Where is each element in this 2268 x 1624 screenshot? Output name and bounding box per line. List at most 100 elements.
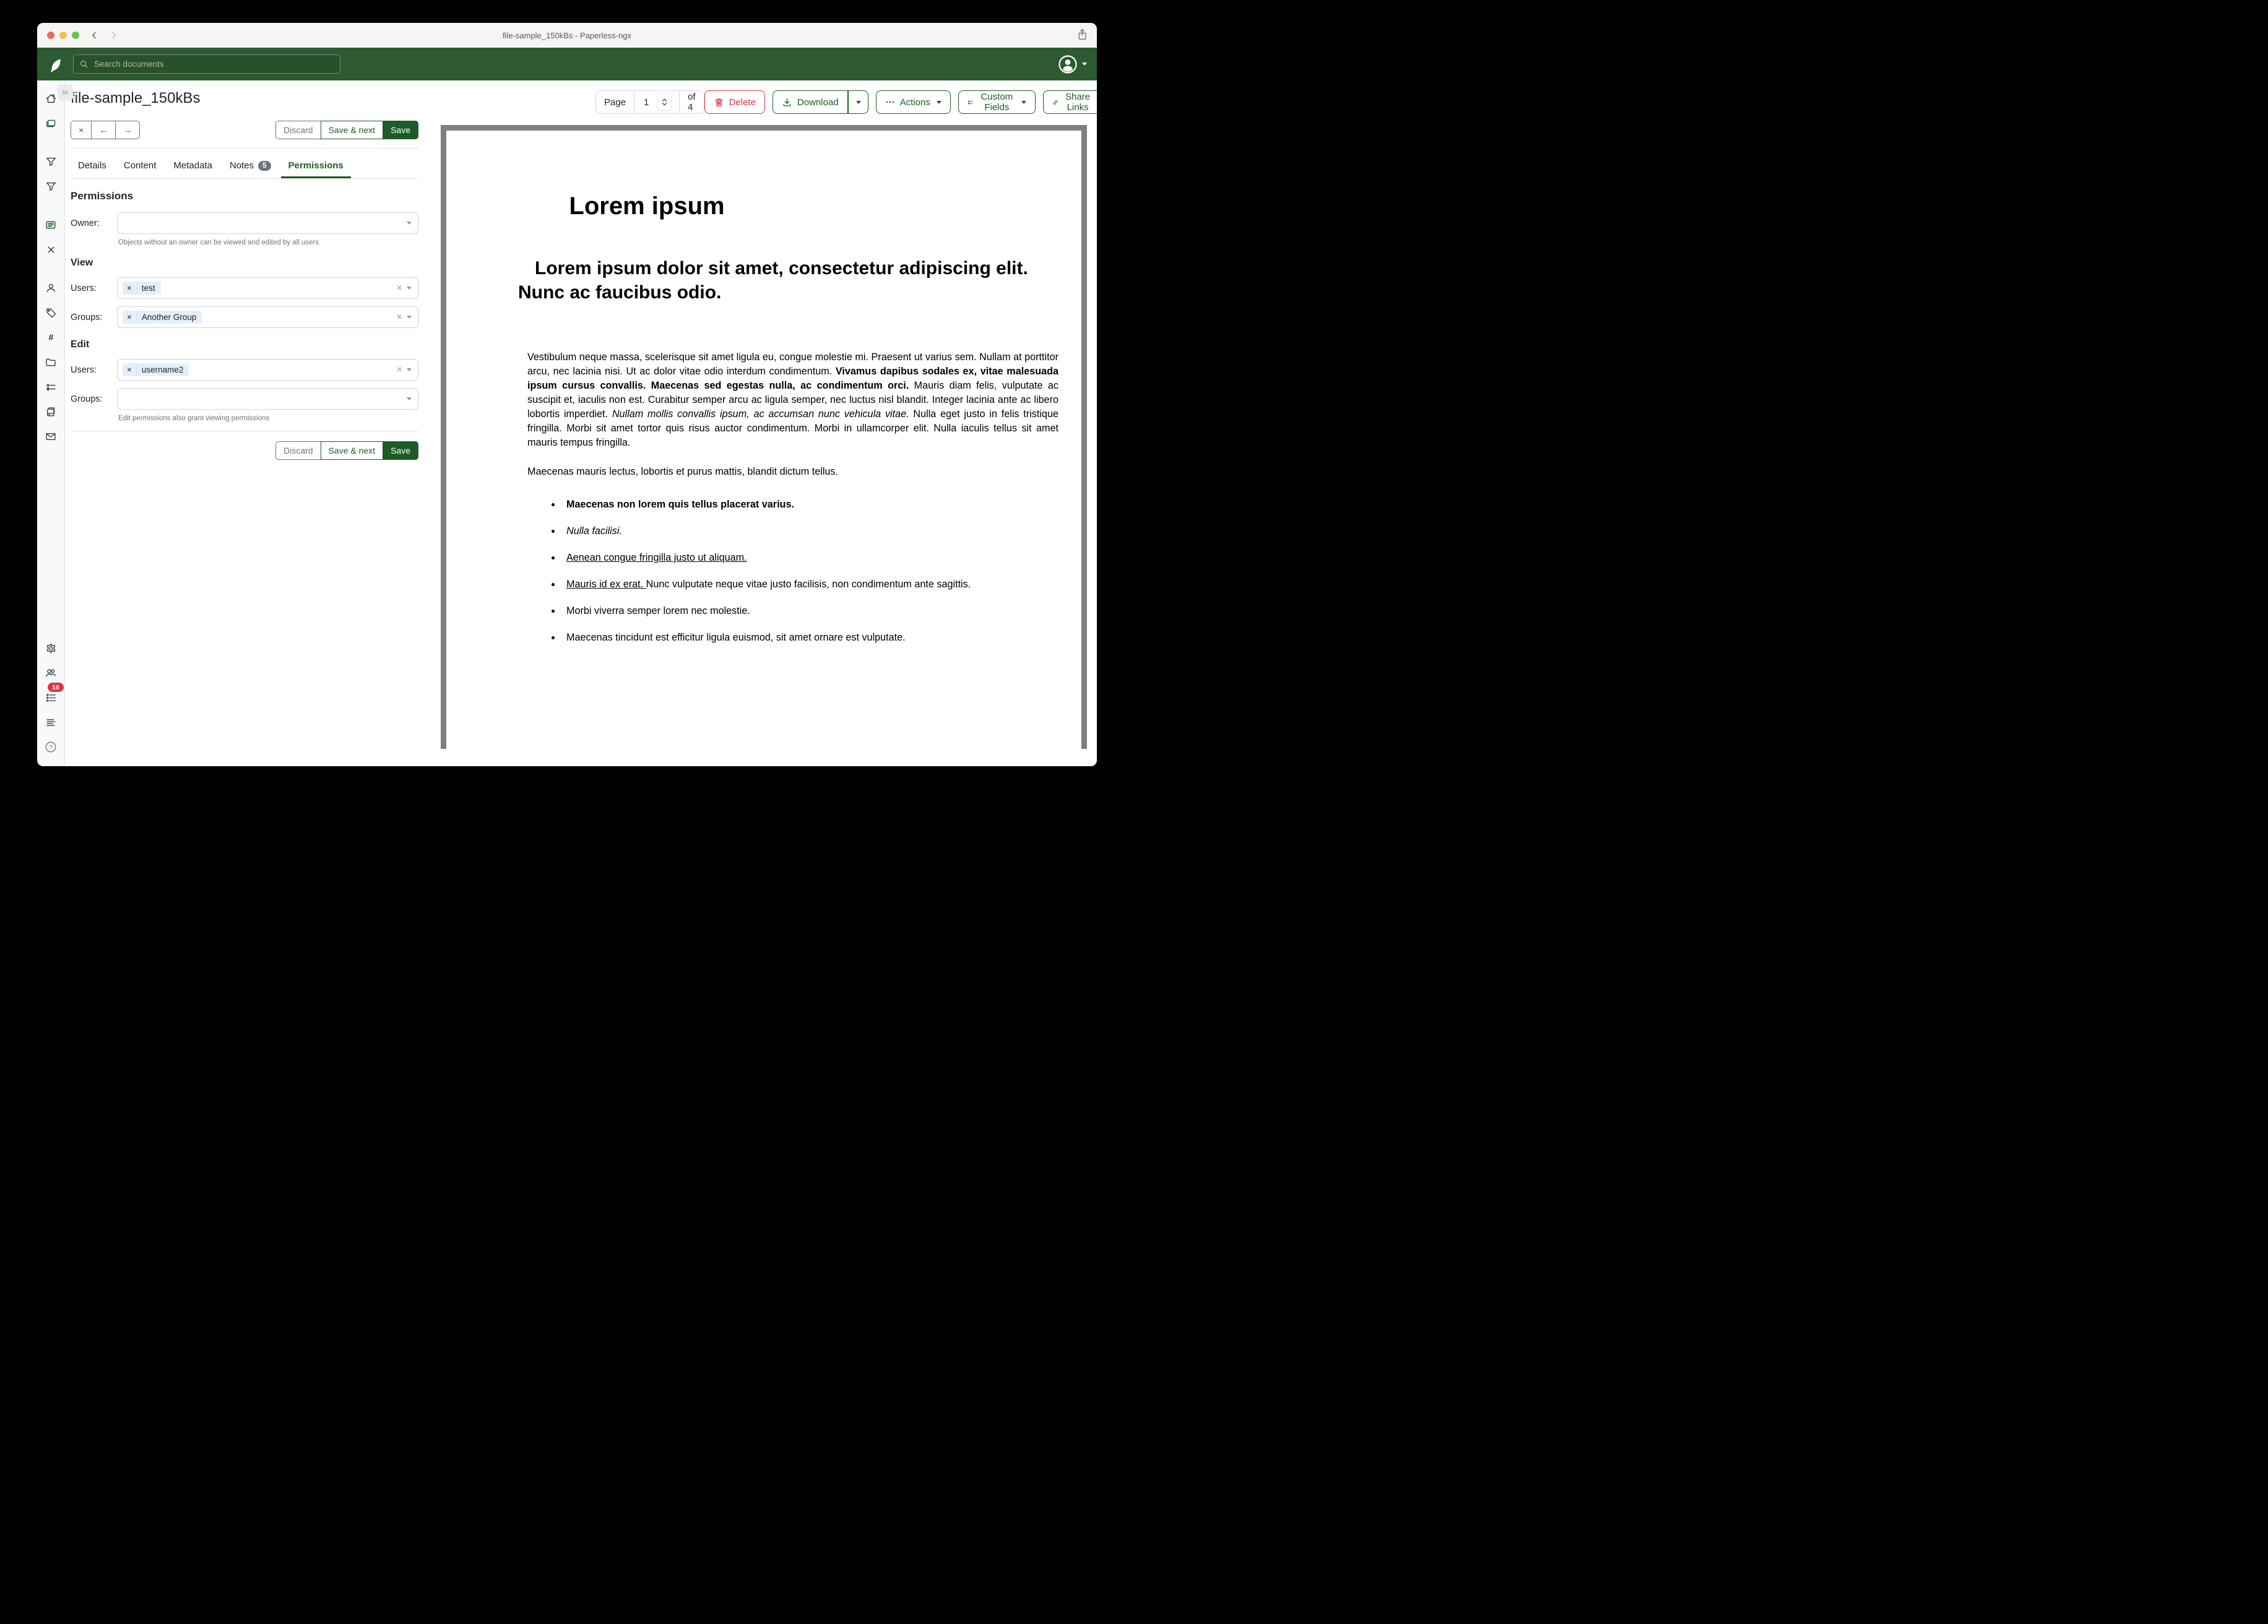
dropdown-caret-icon <box>407 397 412 400</box>
svg-text:?: ? <box>49 744 53 751</box>
tab-permissions[interactable]: Permissions <box>281 154 351 178</box>
view-users-label: Users: <box>71 283 117 293</box>
selected-user-chip: × test <box>123 282 161 295</box>
three-dots-icon <box>885 97 895 107</box>
page-number-input[interactable] <box>643 97 654 108</box>
owner-select[interactable] <box>117 212 418 234</box>
save-next-button[interactable]: Save & next <box>321 441 383 460</box>
sidebar-item-help[interactable]: ? <box>41 738 60 756</box>
list-task-icon <box>46 694 48 695</box>
download-options-button[interactable] <box>848 90 868 114</box>
chip-remove-icon[interactable]: × <box>123 311 137 324</box>
download-button[interactable]: Download <box>773 90 848 114</box>
download-icon <box>782 97 792 108</box>
edit-groups-select[interactable] <box>117 388 418 410</box>
custom-fields-icon <box>967 97 974 108</box>
sidebar-item-saved-view-1[interactable] <box>41 152 60 171</box>
chip-remove-icon[interactable]: × <box>123 363 137 376</box>
minimize-window-button[interactable] <box>59 32 67 39</box>
clear-selection-icon[interactable]: × <box>392 365 407 375</box>
sidebar-item-mail[interactable] <box>41 427 60 446</box>
chip-remove-icon[interactable]: × <box>123 282 137 295</box>
search-icon <box>79 59 89 69</box>
edit-users-select[interactable]: × username2 × <box>117 359 418 381</box>
sidebar-item-storage-paths[interactable] <box>41 353 60 371</box>
document-edit-panel: file-sample_150kBs × ← → Discard Save & … <box>65 80 427 766</box>
owner-hint: Objects without an owner can be viewed a… <box>117 239 418 246</box>
clear-selection-icon[interactable]: × <box>392 283 407 293</box>
sidebar-item-workflows[interactable] <box>41 402 60 421</box>
save-next-button[interactable]: Save & next <box>321 121 383 139</box>
window-title: file-sample_150kBs - Paperless-ngx <box>37 31 1097 40</box>
tab-notes[interactable]: Notes5 <box>222 154 279 178</box>
window-controls <box>47 32 79 39</box>
sidebar-item-custom-fields[interactable] <box>41 378 60 396</box>
doc-list-item: Maecenas tincidunt est efficitur ligula … <box>561 631 1058 645</box>
document-nav-group: × ← → <box>71 121 140 139</box>
search-input[interactable] <box>93 59 334 69</box>
sidebar-item-open-document[interactable] <box>41 215 60 234</box>
doc-bullet-list: Maecenas non lorem quis tellus placerat … <box>527 498 1058 645</box>
dropdown-caret-icon <box>856 101 861 104</box>
search-bar <box>73 54 340 74</box>
user-menu[interactable] <box>1058 55 1087 74</box>
view-users-select[interactable]: × test × <box>117 277 418 299</box>
tab-details[interactable]: Details <box>71 154 114 178</box>
hash-icon: # <box>48 333 53 343</box>
gear-icon <box>49 646 52 649</box>
sidebar-item-documents[interactable] <box>41 114 60 132</box>
share-icon[interactable] <box>1076 28 1088 41</box>
sidebar-item-correspondents[interactable] <box>41 279 60 297</box>
notes-count-badge: 5 <box>258 161 271 171</box>
sidebar-item-saved-view-2[interactable] <box>41 177 60 196</box>
zoom-window-button[interactable] <box>72 32 79 39</box>
sidebar-item-users-groups[interactable] <box>41 663 60 682</box>
tab-content[interactable]: Content <box>116 154 164 178</box>
dropdown-caret-icon <box>407 287 412 290</box>
funnel-icon <box>46 158 55 165</box>
edit-section-heading: Edit <box>71 339 418 350</box>
people-icon <box>48 670 51 673</box>
close-window-button[interactable] <box>47 32 54 39</box>
view-groups-select[interactable]: × Another Group × <box>117 306 418 328</box>
delete-button[interactable]: Delete <box>704 90 765 114</box>
sidebar-item-tasks[interactable]: 16 <box>41 688 60 707</box>
link-icon <box>1052 97 1058 108</box>
ui-radios-icon <box>46 384 48 386</box>
save-button[interactable]: Save <box>383 441 418 460</box>
folder-icon <box>46 359 55 365</box>
page-total-label: of 4 <box>680 90 704 114</box>
sidebar-item-settings[interactable] <box>41 639 60 657</box>
actions-button[interactable]: Actions <box>876 90 951 114</box>
clear-selection-icon[interactable]: × <box>392 313 407 322</box>
sidebar-item-document-types[interactable]: # <box>41 328 60 347</box>
titlebar: file-sample_150kBs - Paperless-ngx <box>37 23 1097 48</box>
sidebar-expand-toggle[interactable] <box>58 84 73 101</box>
save-button-group: Discard Save & next Save <box>275 121 418 139</box>
doc-heading-2: Lorem ipsum dolor sit amet, consectetur … <box>518 256 1058 304</box>
dropdown-caret-icon <box>407 316 412 319</box>
sidebar-item-close-all-documents[interactable] <box>41 240 60 259</box>
document-preview-frame[interactable]: Lorem ipsum Lorem ipsum dolor sit amet, … <box>441 125 1087 749</box>
document-title: file-sample_150kBs <box>71 90 418 107</box>
save-button-group-bottom: Discard Save & next Save <box>275 441 418 460</box>
app-navbar <box>37 48 1097 80</box>
previous-document-button[interactable]: ← <box>91 121 115 139</box>
tab-metadata[interactable]: Metadata <box>166 154 220 178</box>
browser-forward-icon[interactable] <box>109 30 119 40</box>
custom-fields-button[interactable]: Custom Fields <box>958 90 1036 114</box>
paperless-logo-icon <box>47 56 63 73</box>
close-document-button[interactable]: × <box>71 121 91 139</box>
sidebar-item-logs[interactable] <box>41 713 60 732</box>
sidebar-item-tags[interactable] <box>41 303 60 322</box>
documents-icon <box>48 120 55 126</box>
doc-paragraph: Vestibulum neque massa, scelerisque sit … <box>527 350 1058 450</box>
share-links-button[interactable]: Share Links <box>1043 90 1097 114</box>
page-label: Page <box>595 90 634 114</box>
save-button[interactable]: Save <box>383 121 418 139</box>
next-document-button[interactable]: → <box>115 121 140 139</box>
page-stepper[interactable] <box>657 94 671 110</box>
browser-back-icon[interactable] <box>89 30 99 40</box>
discard-button[interactable]: Discard <box>275 441 320 460</box>
discard-button[interactable]: Discard <box>275 121 320 139</box>
